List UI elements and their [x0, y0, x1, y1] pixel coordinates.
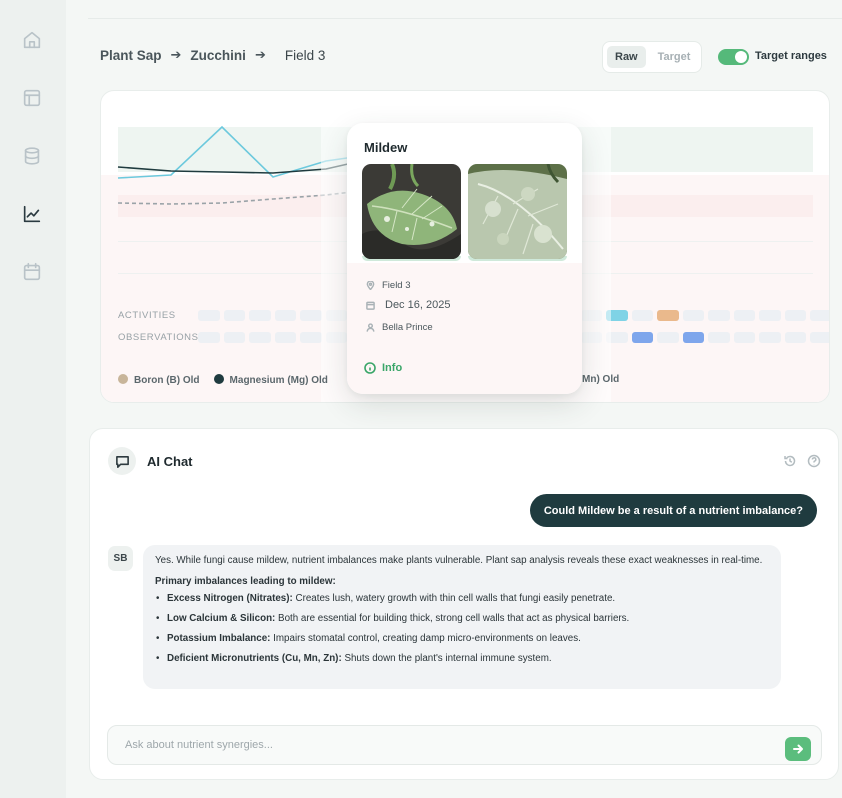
chart-legend: Boron (B) Old Magnesium (Mg) Old	[118, 374, 328, 386]
avatar: SB	[108, 546, 133, 571]
send-button[interactable]	[785, 737, 811, 761]
activity-cell[interactable]	[631, 310, 653, 321]
breadcrumb: Plant Sap ➔ Zucchini ➔ Field 3	[100, 47, 325, 63]
activity-cell[interactable]	[708, 310, 730, 321]
popup-info-link[interactable]: Info	[364, 362, 402, 374]
view-option-raw[interactable]: Raw	[607, 46, 646, 68]
assistant-message: Yes. While fungi cause mildew, nutrient …	[143, 545, 781, 689]
info-icon	[364, 362, 376, 374]
observations-row-label: OBSERVATIONS	[118, 332, 199, 343]
database-icon[interactable]	[20, 144, 44, 168]
breadcrumb-item-zucchini[interactable]: Zucchini	[190, 48, 246, 63]
history-icon[interactable]	[783, 454, 797, 468]
legend-dot	[213, 374, 224, 384]
home-icon[interactable]	[20, 28, 44, 52]
legend-dot	[118, 374, 128, 384]
layout-icon[interactable]	[20, 86, 44, 110]
arrow-right-icon	[793, 744, 803, 754]
observation-cell[interactable]	[657, 332, 679, 343]
legend-label: Magnesium (Mg) Old	[229, 375, 328, 386]
ai-chat-panel: AI Chat Could Mildew be a result of a nu…	[89, 428, 839, 780]
popup-date-text: Dec 16, 2025	[385, 299, 451, 311]
user-message: Could Mildew be a result of a nutrient i…	[529, 494, 817, 527]
mildew-photo-1[interactable]	[362, 164, 461, 259]
legend-item-boron[interactable]: Boron (B) Old	[118, 374, 200, 386]
activity-cell[interactable]	[759, 310, 781, 321]
activity-cell[interactable]	[300, 310, 322, 321]
arrow-right-icon: ➔	[170, 47, 182, 62]
help-icon[interactable]	[807, 454, 821, 468]
calendar-icon	[366, 301, 375, 310]
view-toggle: Raw Target	[602, 41, 702, 73]
observation-cell[interactable]	[708, 332, 730, 343]
activity-cell[interactable]	[249, 310, 271, 321]
view-option-target[interactable]: Target	[650, 46, 699, 68]
assistant-intro: Yes. While fungi cause mildew, nutrient …	[155, 555, 763, 566]
popup-title: Mildew	[364, 140, 408, 155]
mildew-photo-2[interactable]	[468, 164, 567, 259]
arrow-right-icon: ➔	[254, 47, 266, 62]
target-ranges-toggle[interactable]	[718, 49, 749, 65]
observation-cell[interactable]	[759, 332, 781, 343]
user-icon	[366, 323, 375, 332]
observation-cell[interactable]	[223, 332, 245, 343]
observation-cell[interactable]	[784, 332, 806, 343]
activity-cell[interactable]	[274, 310, 296, 321]
assistant-heading: Primary imbalances leading to mildew:	[155, 576, 336, 587]
popup-date: Dec 16, 2025	[366, 299, 450, 311]
popup-person: Bella Prince	[366, 322, 433, 333]
observation-cell[interactable]	[810, 332, 829, 343]
activity-cell-active[interactable]	[657, 310, 679, 321]
popup-location: Field 3	[366, 280, 411, 291]
breadcrumb-item-field[interactable]: Field 3	[285, 48, 326, 63]
activity-cell[interactable]	[733, 310, 755, 321]
list-item: Excess Nitrogen (Nitrates): Creates lush…	[155, 592, 769, 606]
legend-item-magnesium[interactable]: Magnesium (Mg) Old	[213, 374, 328, 386]
observation-popup: Mildew Field 3 Dec 16, 2025 Bella Prince…	[347, 123, 582, 394]
chat-title: AI Chat	[147, 454, 193, 469]
target-ranges-label: Target ranges	[755, 50, 827, 62]
chat-bubble-icon	[108, 447, 136, 475]
popup-info-label: Info	[382, 362, 403, 374]
activity-cell[interactable]	[198, 310, 220, 321]
observation-cell-active[interactable]	[631, 332, 653, 343]
list-item: Low Calcium & Silicon: Both are essentia…	[155, 612, 769, 626]
chart-icon[interactable]	[20, 202, 44, 226]
observation-cell[interactable]	[198, 332, 220, 343]
legend-label: Boron (B) Old	[134, 375, 200, 386]
list-item: Deficient Micronutrients (Cu, Mn, Zn): S…	[155, 652, 769, 666]
observation-cell-active[interactable]	[682, 332, 704, 343]
list-item: Potassium Imbalance: Impairs stomatal co…	[155, 632, 769, 646]
activity-cell[interactable]	[223, 310, 245, 321]
assistant-points: Excess Nitrogen (Nitrates): Creates lush…	[155, 592, 769, 666]
activity-cell[interactable]	[810, 310, 829, 321]
observation-cell[interactable]	[249, 332, 271, 343]
legend-item-manganese[interactable]: Mn) Old	[582, 374, 619, 385]
chat-input[interactable]	[108, 726, 768, 764]
sidebar	[0, 0, 66, 798]
popup-person-text: Bella Prince	[382, 322, 433, 333]
activity-cell[interactable]	[682, 310, 704, 321]
chat-input-box	[107, 725, 822, 765]
observation-cell[interactable]	[300, 332, 322, 343]
popup-location-text: Field 3	[382, 280, 411, 291]
observation-cell[interactable]	[274, 332, 296, 343]
calendar-icon[interactable]	[20, 260, 44, 284]
location-pin-icon	[366, 281, 375, 290]
breadcrumb-item-plant-sap[interactable]: Plant Sap	[100, 48, 162, 63]
activities-row-label: ACTIVITIES	[118, 310, 176, 321]
divider	[88, 18, 842, 19]
activity-cell[interactable]	[784, 310, 806, 321]
observation-cell[interactable]	[733, 332, 755, 343]
